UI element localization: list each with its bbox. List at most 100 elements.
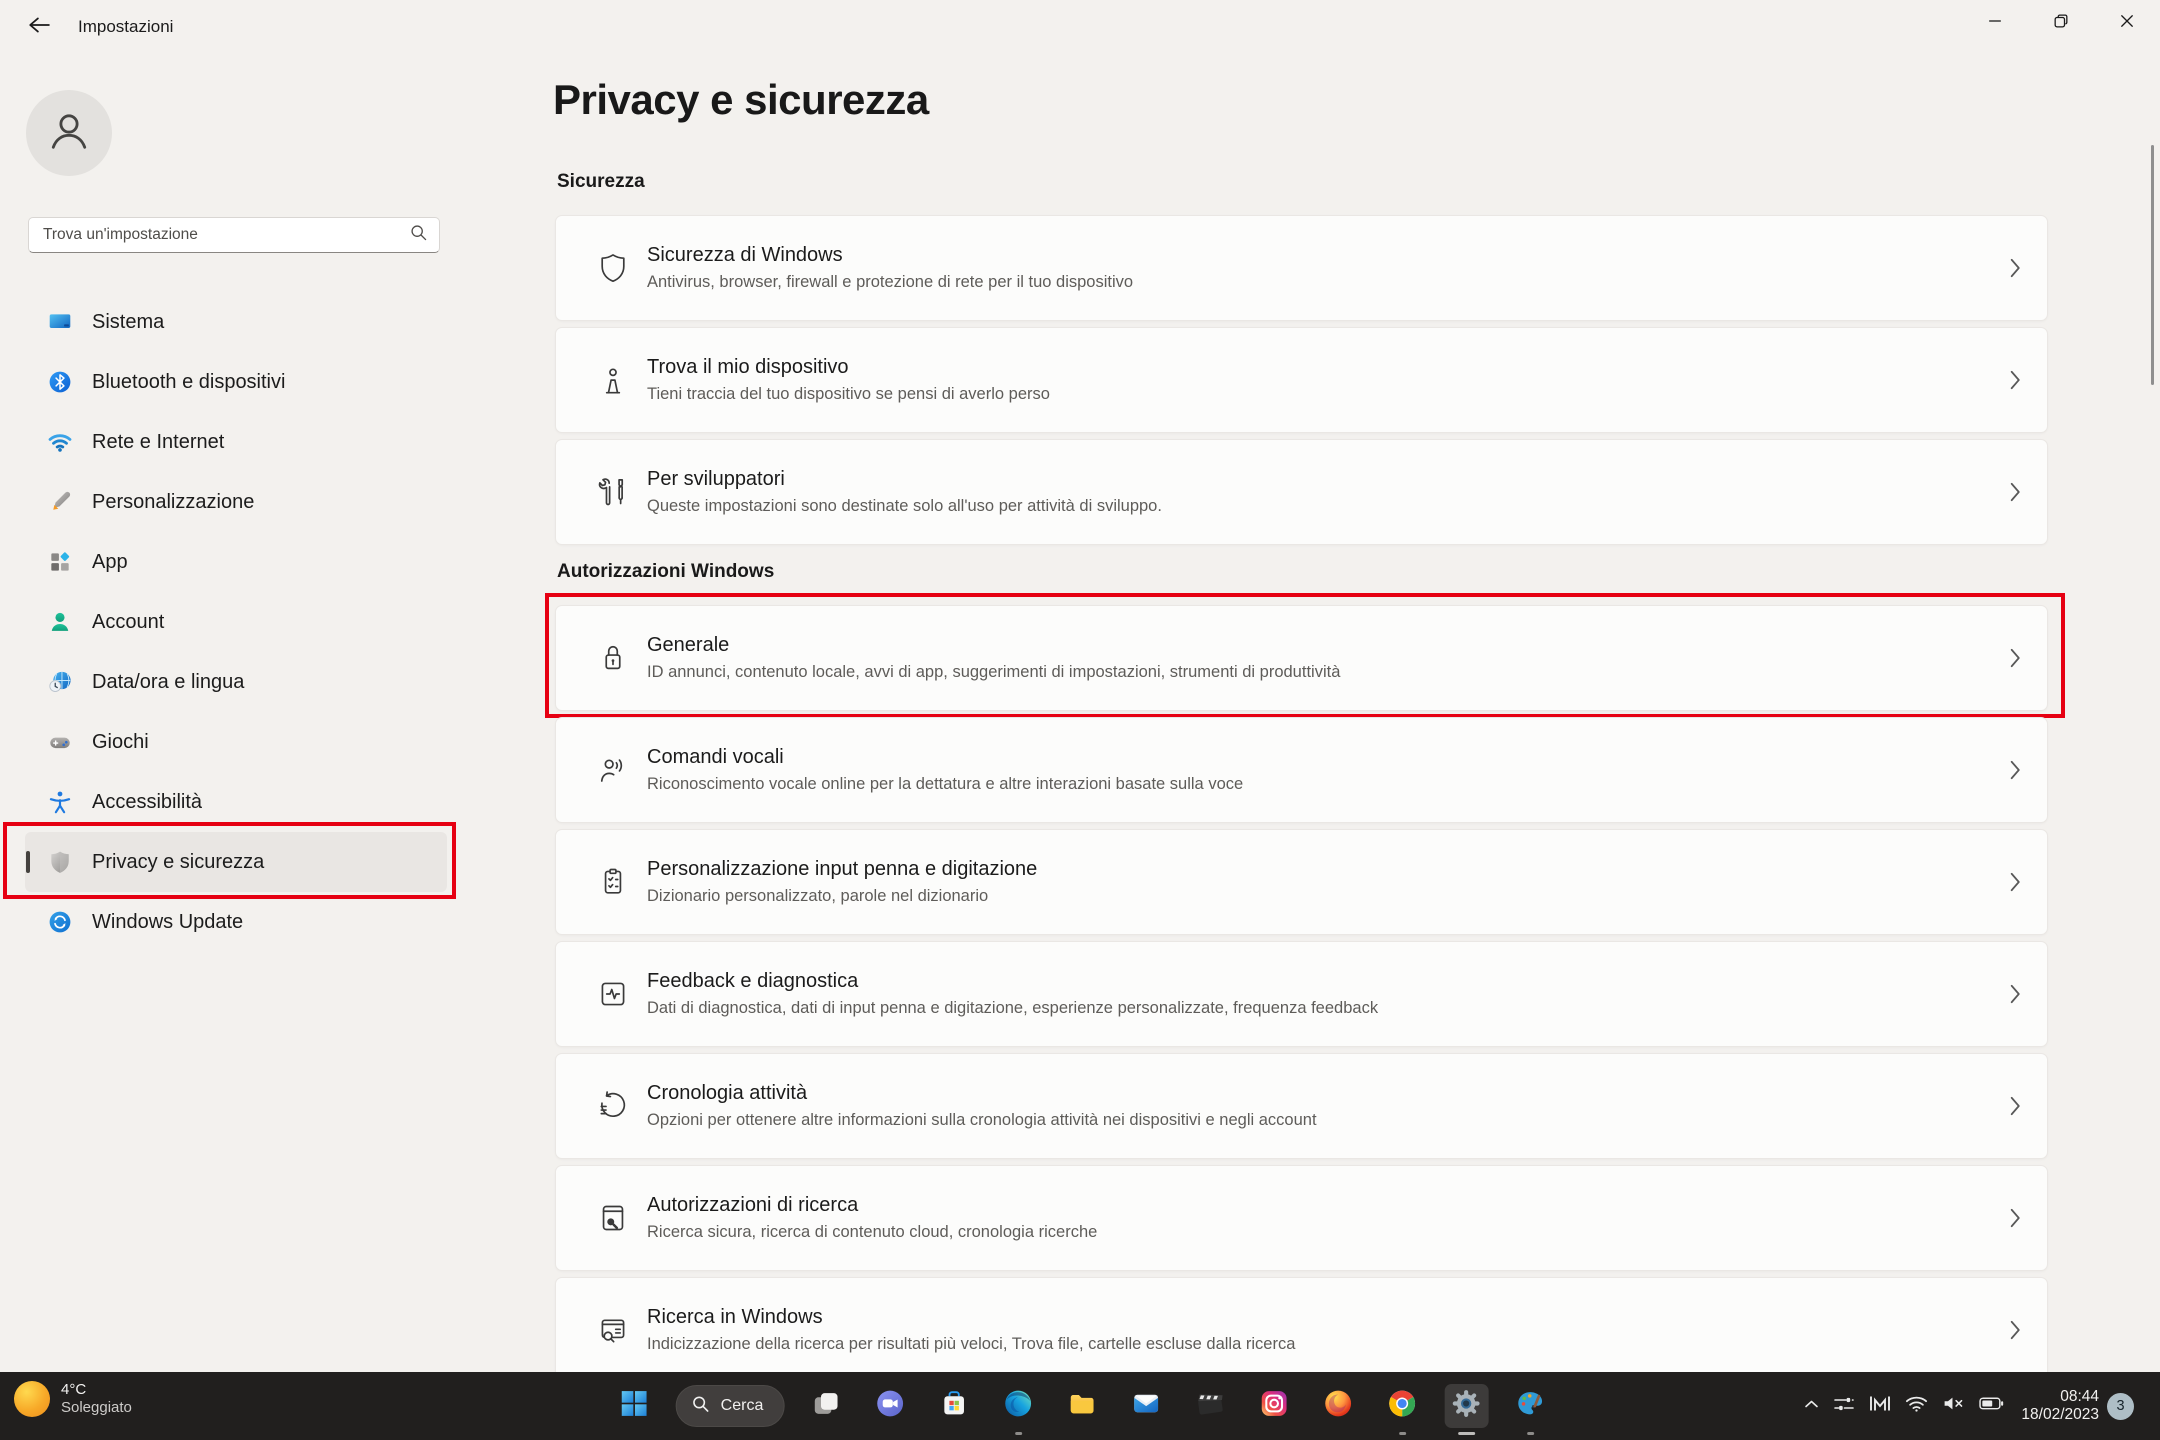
selected-indicator (26, 851, 30, 873)
settings-card-sicurezza-di-windows[interactable]: Sicurezza di WindowsAntivirus, browser, … (555, 215, 2048, 321)
settings-card-generale[interactable]: GeneraleID annunci, contenuto locale, av… (555, 605, 2048, 711)
edge-icon (1003, 1388, 1034, 1424)
card-title: Feedback e diagnostica (647, 970, 1378, 993)
battery-button[interactable] (1972, 1388, 2011, 1424)
shield-outline-icon (594, 249, 632, 287)
taskbar-store-button[interactable] (932, 1384, 976, 1428)
sidebar-item-account[interactable]: Account (25, 592, 447, 652)
hidden-icons-button[interactable] (1797, 1388, 1826, 1424)
taskbar-chrome-button[interactable] (1380, 1384, 1424, 1428)
sidebar-item-app[interactable]: App (25, 532, 447, 592)
scrollbar-thumb[interactable] (2151, 145, 2154, 385)
app-title: Impostazioni (78, 17, 173, 37)
sidebar-item-label: Account (92, 611, 164, 634)
clock[interactable]: 08:44 18/02/2023 (2021, 1388, 2099, 1424)
chevron-right-icon (2010, 482, 2021, 502)
close-icon (2120, 14, 2134, 33)
volume-muted-button[interactable] (1935, 1388, 1972, 1424)
minimize-button[interactable] (1962, 0, 2028, 46)
weather-temperature: 4°C (61, 1381, 132, 1399)
notification-badge[interactable]: 3 (2107, 1393, 2134, 1420)
sidebar-item-label: Giochi (92, 731, 149, 754)
card-title: Personalizzazione input penna e digitazi… (647, 858, 1037, 881)
card-title: Trova il mio dispositivo (647, 356, 1050, 379)
running-indicator (1015, 1432, 1022, 1435)
chrome-icon (1387, 1388, 1418, 1424)
sidebar-item-rete-e-internet[interactable]: Rete e Internet (25, 412, 447, 472)
network-icon (47, 429, 73, 455)
settings-card-per-sviluppatori[interactable]: Per sviluppatoriQueste impostazioni sono… (555, 439, 2048, 545)
search-input[interactable] (43, 226, 410, 244)
settings-card-personalizzazione-input-penna-e-digitazione[interactable]: Personalizzazione input penna e digitazi… (555, 829, 2048, 935)
settings-card-ricerca-in-windows[interactable]: Ricerca in WindowsIndicizzazione della r… (555, 1277, 2048, 1383)
back-arrow-icon (28, 16, 50, 39)
settings-card-autorizzazioni-di-ricerca[interactable]: Autorizzazioni di ricerca Ricerca sicura,… (555, 1165, 2048, 1271)
volume-muted-icon (1942, 1395, 1965, 1417)
close-button[interactable] (2094, 0, 2160, 46)
tray-m-icon (1869, 1395, 1891, 1417)
card-title: Autorizzazioni di ricerca (647, 1194, 1097, 1217)
card-list-autorizzazioni: GeneraleID annunci, contenuto locale, av… (555, 605, 2048, 1383)
settings-card-comandi-vocali[interactable]: Comandi vocaliRiconoscimento vocale onli… (555, 717, 2048, 823)
card-subtitle: Ricerca sicura, ricerca di contenuto clo… (647, 1223, 1097, 1242)
card-subtitle: Dizionario personalizzato, parole nel di… (647, 887, 1037, 906)
taskbar-instagram-button[interactable] (1252, 1384, 1296, 1428)
taskbar-chat-button[interactable] (868, 1384, 912, 1428)
sidebar-item-label: Rete e Internet (92, 431, 224, 454)
taskbar-paint-button[interactable] (1508, 1384, 1552, 1428)
restore-button[interactable] (2028, 0, 2094, 46)
chevron-right-icon (2010, 370, 2021, 390)
sidebar-item-label: Accessibilità (92, 791, 202, 814)
personalization-icon (47, 489, 73, 515)
sidebar-item-bluetooth-e-dispositivi[interactable]: Bluetooth e dispositivi (25, 352, 447, 412)
tray-m-button[interactable] (1862, 1388, 1898, 1424)
clock-time: 08:44 (2021, 1388, 2099, 1406)
taskbar-file-explorer-button[interactable] (1060, 1384, 1104, 1428)
settings-card-trova-il-mio-dispositivo[interactable]: Trova il mio dispositivoTieni traccia de… (555, 327, 2048, 433)
settings-card-feedback-e-diagnostica[interactable]: Feedback e diagnostica Dati di diagnostic… (555, 941, 2048, 1047)
instagram-icon (1259, 1388, 1290, 1424)
weather-widget[interactable]: 4°C Soleggiato (14, 1381, 132, 1417)
taskbar-edge-button[interactable] (996, 1384, 1040, 1428)
card-title: Sicurezza di Windows (647, 244, 1133, 267)
wifi-button[interactable] (1898, 1388, 1935, 1424)
file-explorer-icon (1067, 1388, 1098, 1424)
sidebar-item-label: Bluetooth e dispositivi (92, 371, 285, 394)
running-indicator (1458, 1432, 1475, 1435)
sidebar-item-accessibilit[interactable]: Accessibilità (25, 772, 447, 832)
tray-sliders-button[interactable] (1826, 1388, 1862, 1424)
card-subtitle: Dati di diagnostica, dati di input penna… (647, 999, 1378, 1018)
sidebar-item-label: Privacy e sicurezza (92, 851, 264, 874)
taskbar-task-view-button[interactable] (804, 1384, 848, 1428)
settings-card-cronologia-attivit[interactable]: Cronologia attivitàOpzioni per ottenere … (555, 1053, 2048, 1159)
sidebar-item-windows-update[interactable]: Windows Update (25, 892, 447, 952)
card-title: Ricerca in Windows (647, 1306, 1295, 1329)
sidebar-item-sistema[interactable]: Sistema (25, 292, 447, 352)
sidebar-item-personalizzazione[interactable]: Personalizzazione (25, 472, 447, 532)
sidebar-item-giochi[interactable]: Giochi (25, 712, 447, 772)
taskbar-firefox-button[interactable] (1316, 1384, 1360, 1428)
taskbar-clipchamp-button[interactable] (1188, 1384, 1232, 1428)
apps-icon (47, 549, 73, 575)
store-icon (939, 1388, 970, 1424)
wifi-icon (1905, 1395, 1928, 1417)
avatar[interactable] (26, 90, 112, 176)
sun-icon (14, 1381, 50, 1417)
taskbar-start-button[interactable] (612, 1384, 656, 1428)
sidebar-item-label: Sistema (92, 311, 164, 334)
feedback-icon (594, 975, 632, 1013)
sidebar-item-data-ora-e-lingua[interactable]: Data/ora e lingua (25, 652, 447, 712)
card-title: Generale (647, 634, 1340, 657)
taskbar-search-button[interactable]: Cerca (676, 1385, 785, 1427)
chat-icon (875, 1388, 906, 1424)
hidden-icons-chevron-icon (1804, 1397, 1819, 1415)
taskbar-mail-button[interactable] (1124, 1384, 1168, 1428)
taskbar: 4°C Soleggiato Cerca 08:44 18/02/2023 3 (0, 1372, 2160, 1440)
taskbar-settings-button[interactable] (1444, 1384, 1488, 1428)
back-button[interactable] (24, 15, 54, 39)
clipchamp-icon (1195, 1388, 1226, 1424)
sidebar-item-privacy-e-sicurezza[interactable]: Privacy e sicurezza (25, 832, 447, 892)
chevron-right-icon (2010, 1208, 2021, 1228)
developers-icon (594, 473, 632, 511)
search-icon (410, 224, 427, 246)
